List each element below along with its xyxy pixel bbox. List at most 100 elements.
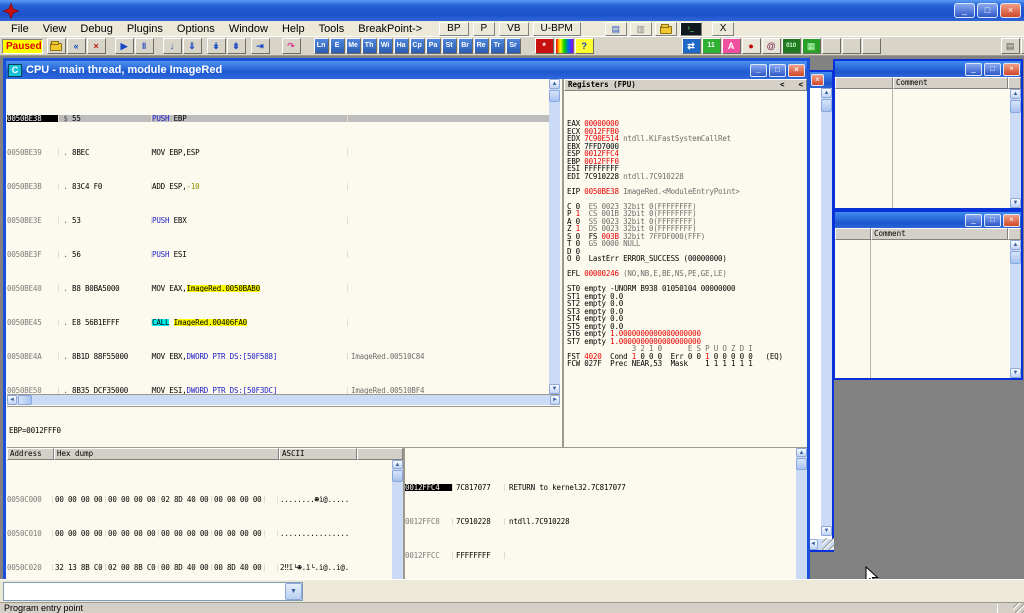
comment-window-top-vscrollbar[interactable]: ▲ ▼ — [1010, 89, 1021, 208]
minimize-button[interactable]: _ — [965, 214, 982, 227]
background-window-vscrollbar[interactable]: ▲ ▼ — [821, 88, 832, 536]
appearance-button[interactable] — [555, 38, 574, 54]
close-button[interactable]: × — [1003, 63, 1020, 76]
console-button[interactable]: ›_ — [680, 22, 702, 36]
comment-column-header[interactable]: Comment — [893, 77, 1008, 89]
register-line[interactable]: EFL 00000246 (NO,NB,E,BE,NS,PE,GE,LE) — [564, 270, 807, 278]
register-line[interactable]: EDI 7C910228 ntdll.7C910228 — [564, 173, 807, 181]
scrollbar-thumb[interactable] — [18, 395, 32, 405]
help-button[interactable]: ? — [575, 38, 594, 54]
spiral-plugin-button[interactable]: @ — [762, 38, 781, 54]
empty-toolbar-button[interactable] — [822, 38, 841, 54]
command-combobox[interactable]: ▼ — [3, 582, 303, 601]
maximize-button[interactable]: □ — [769, 64, 786, 77]
minimize-button[interactable]: _ — [750, 64, 767, 77]
dump-row[interactable]: 0050C000 00 00 00 0000 00 00 0002 8D 40 … — [7, 496, 403, 503]
options-button[interactable]: * — [535, 38, 554, 54]
toolbar-pane-button[interactable]: St — [442, 38, 457, 54]
main-titlebar[interactable]: _ □ × — [0, 0, 1024, 21]
maximize-button[interactable]: □ — [984, 63, 1001, 76]
scrollbar-thumb[interactable] — [392, 470, 403, 482]
plugin-toolbar-button[interactable]: BP — [439, 22, 468, 36]
maximize-button[interactable]: □ — [984, 214, 1001, 227]
disassembly-pane[interactable]: 0050BE38 $ 55 PUSH EBP 0050BE39 . 8BEC M… — [7, 79, 549, 394]
register-line[interactable]: T 0 GS 0000 NULL — [564, 240, 807, 248]
step-over-button[interactable]: ⇓ — [183, 38, 202, 54]
resize-grip[interactable] — [822, 538, 834, 550]
menu-item[interactable]: Plugins — [120, 22, 170, 36]
close-button[interactable]: × — [1000, 3, 1021, 18]
comment-window-top-titlebar[interactable]: _ □ × — [835, 61, 1021, 77]
toolbar-pane-button[interactable]: Cp — [410, 38, 425, 54]
disassembly-hscrollbar[interactable]: ◄ ► — [7, 394, 560, 405]
column-header[interactable] — [835, 228, 871, 240]
binary-plugin-button[interactable]: 010 — [782, 38, 801, 54]
execute-till-return-button[interactable]: ⇥ — [251, 38, 270, 54]
dump-pane[interactable]: Address Hex dump ASCII 0050C000 00 00 00… — [7, 447, 403, 579]
menu-item[interactable]: File — [4, 22, 36, 36]
run-button[interactable]: ▶ — [115, 38, 134, 54]
scroll-up-icon[interactable]: ▲ — [821, 88, 832, 98]
stack-row[interactable]: 0012FFC8 7C910228 ntdll.7C910228 — [405, 518, 807, 525]
disassembly-vscrollbar[interactable]: ▲ ▼ — [549, 79, 560, 394]
comment-window-bottom-titlebar[interactable]: _ □ × — [835, 212, 1021, 228]
disasm-row[interactable]: 0050BE50 . 8B35 DCF35000 MOV ESI,DWORD P… — [7, 387, 549, 394]
stack-pane[interactable]: 0012FFC4 7C817077 RETURN to kernel32.7C8… — [403, 447, 807, 579]
scroll-up-icon[interactable]: ▲ — [796, 448, 807, 457]
menu-item[interactable]: View — [36, 22, 74, 36]
toolbar-pane-button[interactable]: Me — [346, 38, 361, 54]
background-window[interactable]: × ▲ ▼ ◄ — [806, 70, 834, 552]
scrollbar-thumb[interactable] — [821, 99, 832, 112]
breakpoint-plugin-button[interactable]: ● — [742, 38, 761, 54]
dump-row[interactable]: 0050C010 00 00 00 0000 00 00 0000 00 00 … — [7, 530, 403, 537]
stack-vscrollbar[interactable]: ▲ ▼ — [796, 448, 807, 579]
background-window-hscrollbar[interactable]: ◄ — [808, 539, 834, 550]
disasm-row[interactable]: 0050BE3B . 83C4 F0 ADD ESP,-10 — [7, 183, 549, 190]
scroll-down-icon[interactable]: ▼ — [549, 384, 560, 394]
toolbar-pane-button[interactable]: Br — [458, 38, 473, 54]
dump-ascii-header[interactable]: ASCII — [279, 448, 357, 460]
cpu-window[interactable]: C CPU - main thread, module ImageRed _ □… — [3, 58, 810, 579]
toolbar-pane-button[interactable]: Sr — [506, 38, 521, 54]
background-window-close-button[interactable]: × — [811, 74, 824, 86]
open-file-button[interactable] — [47, 38, 66, 54]
toolbar-pane-button[interactable]: Tr — [490, 38, 505, 54]
disasm-row[interactable]: 0050BE38 $ 55 PUSH EBP — [7, 115, 549, 122]
column-header[interactable] — [835, 77, 893, 89]
scroll-down-icon[interactable]: ▼ — [821, 526, 832, 536]
plugin-toolbar-button[interactable]: U-BPM — [533, 22, 581, 36]
toolbar-pane-button[interactable]: Ha — [394, 38, 409, 54]
stack-row[interactable]: 0012FFCC FFFFFFFF — [405, 552, 807, 559]
registers-pager-right-icon[interactable]: < — [798, 80, 803, 90]
cpu-window-titlebar[interactable]: C CPU - main thread, module ImageRed _ □… — [6, 61, 807, 79]
restart-button[interactable]: « — [67, 38, 86, 54]
register-line[interactable]: O 0 LastErr ERROR_SUCCESS (00000000) — [564, 255, 807, 263]
scroll-down-icon[interactable]: ▼ — [1010, 368, 1021, 378]
dump-row[interactable]: 0050C020 32 13 8B C002 00 8B C000 8D 40 … — [7, 564, 403, 571]
disasm-row[interactable]: 0050BE45 . E8 56B1EFFF CALL ImageRed.004… — [7, 319, 549, 326]
comment-window-top[interactable]: _ □ × Comment ▲ ▼ — [833, 59, 1023, 210]
animate-into-button[interactable]: ↡ — [207, 38, 226, 54]
scroll-up-icon[interactable]: ▲ — [549, 79, 560, 89]
scroll-right-icon[interactable]: ► — [550, 395, 560, 405]
disasm-row[interactable]: 0050BE40 . B8 B0BA5000 MOV EAX,ImageRed.… — [7, 285, 549, 292]
scrollbar-thumb[interactable] — [549, 90, 560, 102]
combo-dropdown-button[interactable]: ▼ — [285, 583, 302, 600]
disasm-row[interactable]: 0050BE3F . 56 PUSH ESI — [7, 251, 549, 258]
close-button[interactable]: × — [788, 64, 805, 77]
ascii-plugin-button[interactable]: A — [722, 38, 741, 54]
dump-vscrollbar[interactable]: ▲ ▼ — [392, 460, 403, 579]
registers-pane[interactable]: Registers (FPU) < < EAX 00000000ECX 0012… — [562, 79, 807, 447]
register-line[interactable]: FCW 027F Prec NEAR,53 Mask 1 1 1 1 1 1 — [564, 360, 807, 368]
scroll-down-icon[interactable]: ▼ — [1010, 198, 1021, 208]
window-resize-grip[interactable] — [1013, 603, 1024, 613]
toolbar-pane-button[interactable]: Pa — [426, 38, 441, 54]
toolbar-pane-button[interactable]: Th — [362, 38, 377, 54]
menu-item[interactable]: Options — [170, 22, 222, 36]
minimize-button[interactable]: _ — [965, 63, 982, 76]
menu-item[interactable]: Debug — [73, 22, 119, 36]
open-folder-button[interactable] — [655, 22, 677, 36]
scroll-up-icon[interactable]: ▲ — [392, 460, 403, 469]
log-list-button[interactable]: ▥ — [1021, 38, 1024, 54]
comment-window-bottom[interactable]: _ □ × Comment ▲ ▼ — [833, 210, 1023, 380]
